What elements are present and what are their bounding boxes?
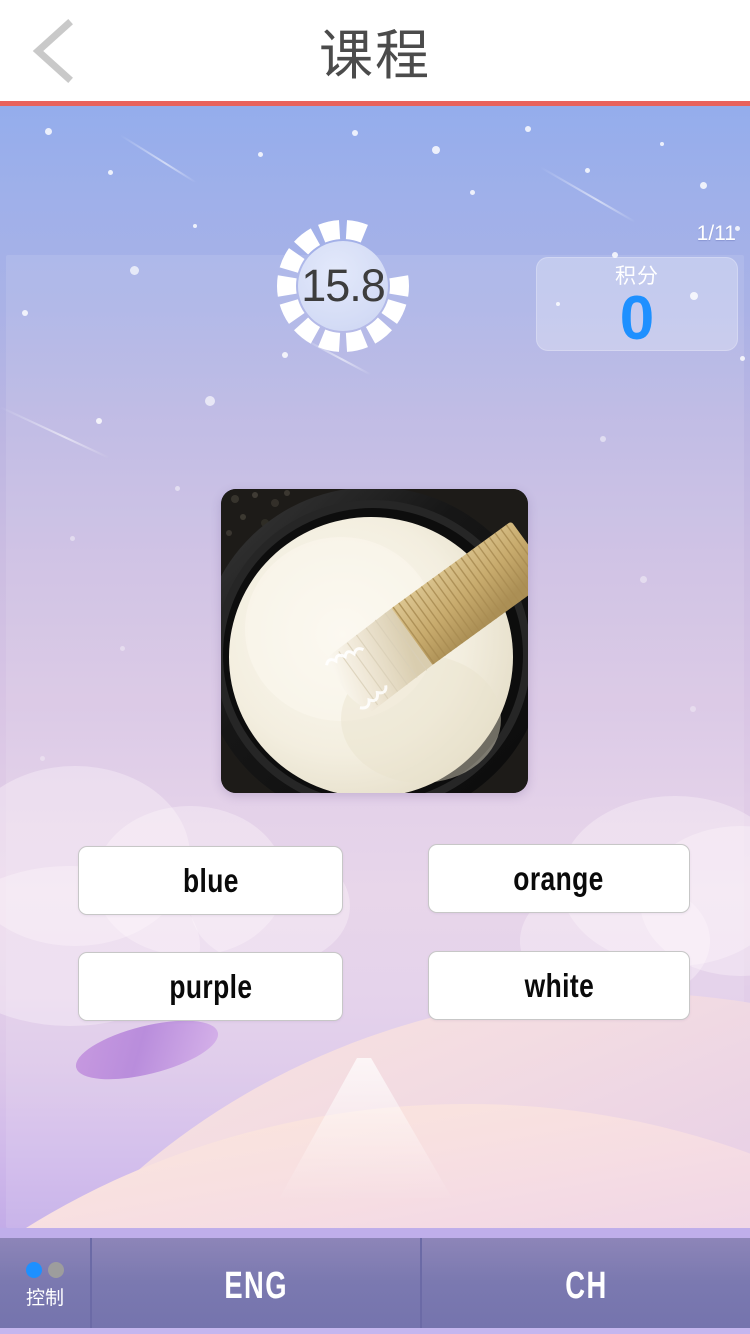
game-scene: 15.8 1/11 积分 0 blue orange purple white [0, 106, 750, 1228]
timer-segment [318, 329, 341, 352]
answer-button-orange[interactable]: orange [428, 844, 690, 913]
answer-button-blue[interactable]: blue [78, 846, 343, 915]
control-dots [26, 1262, 64, 1278]
app-header: 课程 [0, 0, 750, 101]
eng-label: ENG [224, 1264, 288, 1307]
bottom-nav: 控制 ENG CH [0, 1238, 750, 1334]
control-dot-active[interactable] [26, 1262, 42, 1278]
timer-segment [345, 329, 368, 352]
answer-button-purple[interactable]: purple [78, 952, 343, 1021]
app-root: 课程 15.8 1/11 积分 0 blue orange purple whi… [0, 0, 750, 1334]
timer-segment [389, 275, 409, 297]
timer-segment [345, 220, 368, 243]
ch-label: CH [564, 1264, 608, 1307]
question-progress-counter: 1/11 [696, 222, 736, 245]
question-image [221, 489, 528, 793]
answer-label: orange [513, 859, 605, 897]
timer-value: 15.8 [301, 260, 386, 311]
page-title: 课程 [319, 24, 431, 87]
control-label: 控制 [25, 1287, 64, 1309]
control-dot-inactive[interactable] [48, 1262, 64, 1278]
timer-segment [318, 220, 341, 243]
answer-button-white[interactable]: white [428, 951, 690, 1020]
nav-top-strip [0, 1228, 750, 1238]
score-value: 0 [619, 284, 655, 353]
answer-label: white [524, 966, 594, 1004]
score-panel: 积分 0 [536, 257, 738, 351]
nav-item-control[interactable]: 控制 [0, 1238, 92, 1334]
countdown-timer: 15.8 [275, 218, 411, 354]
nav-item-eng[interactable]: ENG [92, 1238, 422, 1334]
nav-item-ch[interactable]: CH [422, 1238, 750, 1334]
timer-segment [277, 275, 297, 297]
timer-segment [381, 299, 407, 324]
timer-face: 15.8 [298, 241, 388, 331]
answer-label: blue [182, 861, 239, 899]
nav-bottom-strip [0, 1328, 750, 1334]
answer-label: purple [168, 967, 253, 1005]
